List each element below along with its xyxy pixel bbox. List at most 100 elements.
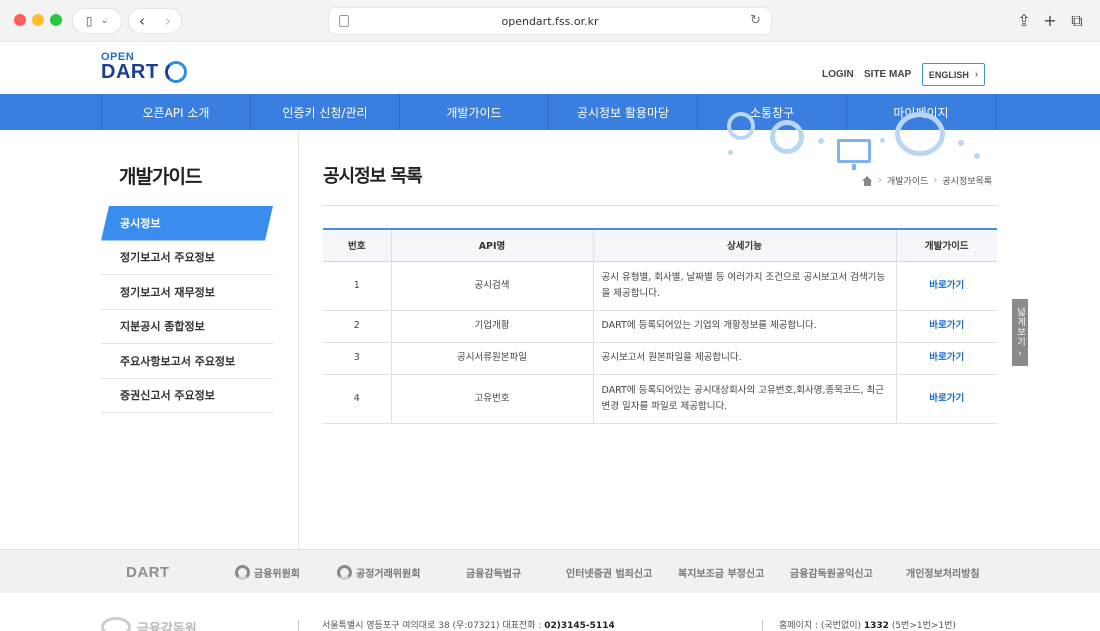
decoration-dot bbox=[818, 138, 824, 144]
site-header: OPEN DART LOGIN SITE MAP ENGLISH › bbox=[0, 42, 1100, 94]
table-header-row: 번호 API명 상세기능 개발가이드 bbox=[323, 228, 997, 262]
home-icon[interactable] bbox=[862, 175, 873, 186]
reload-icon[interactable]: ↻ bbox=[750, 13, 761, 28]
chevron-right-icon: › bbox=[974, 69, 979, 80]
guide-link[interactable]: 바로가기 bbox=[896, 310, 997, 343]
breadcrumb-item[interactable]: 공시정보목록 bbox=[942, 174, 992, 187]
fss-logo: 금융감독원 bbox=[101, 617, 197, 631]
column-header: 번호 bbox=[323, 228, 392, 262]
contact-label: 홈페이지 : (국번없이) bbox=[779, 621, 864, 631]
decoration-dot bbox=[974, 153, 980, 159]
footer-info: 금융감독원 서울특별시 영등포구 여의대로 38 (우:07321) 대표전화 … bbox=[0, 593, 1100, 631]
close-window-button[interactable] bbox=[14, 14, 26, 26]
breadcrumb-item[interactable]: 개발가이드 bbox=[887, 174, 928, 187]
lnb-title: 개발가이드 bbox=[119, 166, 202, 188]
fss-emblem-icon bbox=[101, 617, 131, 631]
government-emblem-icon bbox=[235, 564, 250, 580]
contact-suffix: (5번>1번>1번) bbox=[888, 621, 956, 631]
address-bar[interactable]: opendart.fss.or.kr ↻ bbox=[328, 7, 772, 35]
forward-button[interactable]: › bbox=[155, 12, 181, 30]
gnb-item-openapi-intro[interactable]: 오픈API 소개 bbox=[102, 94, 251, 130]
footer-contact: 홈페이지 : (국번없이) 1332 (5번>1번>1번) bbox=[779, 618, 956, 631]
footer-link-privacy[interactable]: 개인정보처리방침 bbox=[906, 550, 980, 594]
footer-link-subsidy-report[interactable]: 복지보조금 부정신고 bbox=[678, 550, 764, 594]
monitor-check-icon bbox=[837, 139, 871, 170]
guide-link[interactable]: 바로가기 bbox=[896, 261, 997, 311]
api-list-table: 번호 API명 상세기능 개발가이드 1 공시검색 공시 유형별, 회사별, 날… bbox=[323, 228, 997, 424]
api-name: 기업개황 bbox=[391, 310, 594, 343]
sidebar-toggle-button[interactable]: ▯ ⌄ bbox=[72, 8, 122, 34]
english-label: ENGLISH bbox=[928, 69, 969, 80]
new-tab-icon[interactable]: + bbox=[1040, 11, 1060, 30]
gnb-item-auth-key[interactable]: 인증키 신청/관리 bbox=[251, 94, 400, 130]
footer-links: DART 금융위원회 공정거래위원회 금융감독법규 인터넷증권 범죄신고 복지보… bbox=[0, 549, 1100, 593]
side-menu-item-securities[interactable]: 증권신고서 주요정보 bbox=[101, 379, 273, 413]
footer-address: 서울특별시 영등포구 여의대로 38 (우:07321) 대표전화 : 02)3… bbox=[322, 618, 615, 631]
table-row: 1 공시검색 공시 유형별, 회사별, 날짜별 등 여러가지 조건으로 공시보고… bbox=[323, 261, 997, 311]
back-button[interactable]: ‹ bbox=[129, 12, 155, 30]
side-menu: 공시정보 정기보고서 주요정보 정기보고서 재무정보 지분공시 종합정보 주요사… bbox=[101, 206, 273, 413]
footer-link-crime-report[interactable]: 인터넷증권 범죄신고 bbox=[566, 550, 652, 594]
address-text: 서울특별시 영등포구 여의대로 38 (우:07321) 대표전화 : bbox=[322, 621, 545, 631]
side-menu-item-disclosure[interactable]: 공시정보 bbox=[101, 206, 273, 241]
minimize-window-button[interactable] bbox=[32, 14, 44, 26]
gnb-item-dev-guide[interactable]: 개발가이드 bbox=[400, 94, 549, 130]
footer-link-regulations[interactable]: 금융감독법규 bbox=[466, 550, 521, 594]
opendart-logo[interactable]: OPEN DART bbox=[101, 51, 191, 83]
gnb-item-communication[interactable]: 소통창구 bbox=[698, 94, 847, 130]
api-description: 공시 유형별, 회사별, 날짜별 등 여러가지 조건으로 공시보고서 검색기능을… bbox=[593, 261, 897, 311]
footer-link-ftc[interactable]: 공정거래위원회 bbox=[337, 550, 420, 594]
table-row: 2 기업개황 DART에 등록되어있는 기업의 개황정보를 제공합니다. 바로가… bbox=[323, 310, 997, 343]
browser-chrome: ▯ ⌄ ‹ › opendart.fss.or.kr ↻ ⇪ + ⧉ bbox=[0, 0, 1100, 42]
english-button[interactable]: ENGLISH › bbox=[922, 63, 985, 86]
login-link[interactable]: LOGIN bbox=[822, 69, 854, 80]
breadcrumb: › 개발가이드 › 공시정보목록 bbox=[862, 174, 992, 187]
guide-link[interactable]: 바로가기 bbox=[896, 374, 997, 424]
breadcrumb-separator: › bbox=[878, 175, 882, 186]
footer-link-dart[interactable]: DART bbox=[126, 550, 170, 594]
breadcrumb-separator: › bbox=[933, 175, 938, 186]
gnb-item-disclosure-usage[interactable]: 공시정보 활용마당 bbox=[549, 94, 698, 130]
api-description: 공시보고서 원본파일을 제공합니다. bbox=[593, 342, 897, 375]
wide-view-tab[interactable]: 넓게보기 › bbox=[1012, 299, 1028, 366]
footer-link-fsc[interactable]: 금융위원회 bbox=[235, 550, 300, 594]
logo-dart-text: DART bbox=[101, 61, 159, 83]
chevron-right-icon: › bbox=[1018, 348, 1022, 359]
row-number: 1 bbox=[323, 261, 392, 311]
api-name: 공시서류원본파일 bbox=[391, 342, 594, 375]
maximize-window-button[interactable] bbox=[50, 14, 62, 26]
sidebar-icon: ▯ bbox=[85, 14, 93, 28]
footer-link-whistleblower[interactable]: 금융감독원공익신고 bbox=[790, 550, 873, 594]
decoration-circle bbox=[727, 112, 755, 140]
sitemap-link[interactable]: SITE MAP bbox=[864, 69, 911, 80]
contact-number: 1332 bbox=[863, 621, 889, 631]
history-nav: ‹ › bbox=[128, 8, 182, 34]
footer-divider bbox=[298, 620, 299, 631]
side-menu-item-periodic-financial[interactable]: 정기보고서 재무정보 bbox=[101, 275, 273, 310]
side-menu-item-equity[interactable]: 지분공시 종합정보 bbox=[101, 310, 273, 344]
chevron-down-icon: ⌄ bbox=[100, 16, 109, 26]
side-menu-item-major-matters[interactable]: 주요사항보고서 주요정보 bbox=[101, 344, 273, 379]
footer-link-label: 금융위원회 bbox=[254, 568, 300, 580]
page-settings-icon[interactable] bbox=[339, 15, 349, 27]
page-title: 공시정보 목록 bbox=[323, 166, 423, 187]
tab-overview-icon[interactable]: ⧉ bbox=[1067, 11, 1087, 31]
table-row: 3 공시서류원본파일 공시보고서 원본파일을 제공합니다. 바로가기 bbox=[323, 342, 997, 375]
decoration-dot bbox=[880, 138, 885, 143]
row-number: 4 bbox=[323, 374, 392, 424]
guide-link[interactable]: 바로가기 bbox=[896, 342, 997, 375]
logo-swirl-icon bbox=[165, 61, 187, 83]
api-name: 고유번호 bbox=[391, 374, 594, 424]
side-menu-item-periodic-major[interactable]: 정기보고서 주요정보 bbox=[101, 241, 273, 275]
fss-logo-text: 금융감독원 bbox=[137, 621, 197, 631]
row-number: 2 bbox=[323, 310, 392, 343]
row-number: 3 bbox=[323, 342, 392, 375]
government-emblem-icon bbox=[337, 564, 352, 580]
column-header: 상세기능 bbox=[593, 228, 897, 262]
share-icon[interactable]: ⇪ bbox=[1014, 11, 1034, 30]
api-name: 공시검색 bbox=[391, 261, 594, 311]
column-header: API명 bbox=[391, 228, 594, 262]
decoration-dot bbox=[728, 150, 733, 155]
table-row: 4 고유번호 DART에 등록되어있는 공시대상회사의 고유번호,회사명,종목코… bbox=[323, 374, 997, 424]
column-header: 개발가이드 bbox=[896, 228, 997, 262]
